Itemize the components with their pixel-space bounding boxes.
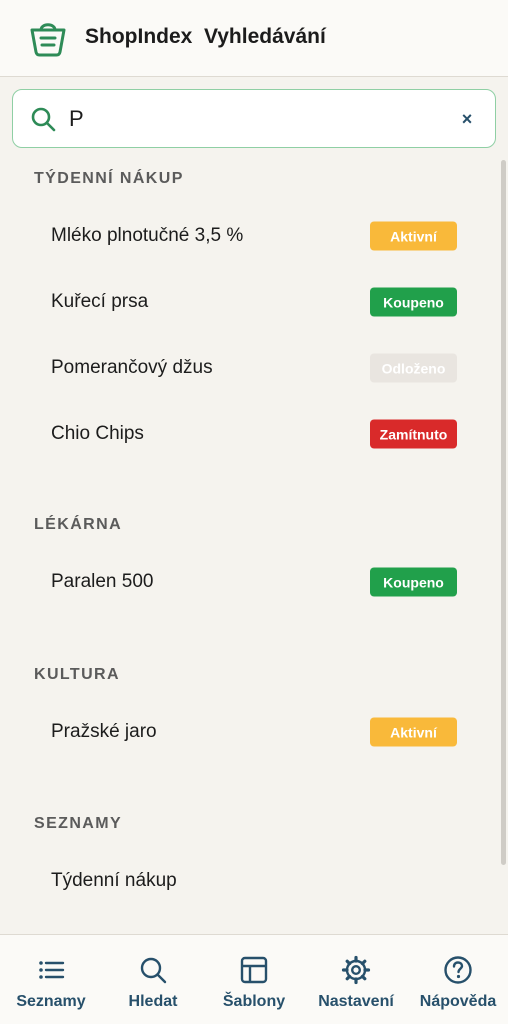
section-title: LÉKÁRNA: [34, 516, 123, 533]
list-icon: [39, 961, 65, 979]
item-label: Pražské jaro: [51, 721, 157, 742]
status-badge: Zamítnuto: [370, 419, 457, 449]
search-icon: [140, 957, 167, 984]
app-title: ShopIndex Vyhledávání: [85, 25, 326, 48]
list-item[interactable]: Pomerančový džus Odloženo: [0, 338, 500, 398]
search-input[interactable]: [69, 100, 449, 138]
item-label: Chio Chips: [51, 423, 144, 444]
search-box[interactable]: ×: [12, 89, 496, 148]
section-title: TÝDENNÍ NÁKUP: [34, 170, 184, 187]
nav-item-hledat[interactable]: Hledat: [118, 935, 188, 1024]
nav-item-napoveda[interactable]: Nápověda: [416, 935, 500, 1024]
search-icon: [31, 107, 56, 132]
bottom-nav: Seznamy Hledat Šablony Nastavení Nápověd…: [0, 934, 508, 1024]
nav-label: Seznamy: [16, 993, 86, 1010]
status-badge: Koupeno: [370, 287, 457, 317]
nav-label: Hledat: [128, 993, 178, 1010]
item-label: Týdenní nákup: [51, 870, 177, 891]
section-title: KULTURA: [34, 666, 120, 683]
list-item[interactable]: Mléko plnotučné 3,5 % Aktivní: [0, 206, 500, 266]
section-title: SEZNAMY: [34, 815, 123, 832]
nav-item-seznamy[interactable]: Seznamy: [12, 935, 90, 1024]
list-item[interactable]: Týdenní nákup: [0, 851, 500, 911]
nav-item-nastaveni[interactable]: Nastavení: [314, 935, 398, 1024]
list-item[interactable]: Pražské jaro Aktivní: [0, 702, 500, 762]
list-item[interactable]: Paralen 500 Koupeno: [0, 552, 500, 612]
status-badge: Koupeno: [370, 567, 457, 597]
nav-label: Nápověda: [419, 993, 497, 1010]
item-label: Paralen 500: [51, 571, 154, 592]
status-badge: Odloženo: [370, 353, 457, 383]
status-badge: Aktivní: [370, 221, 457, 251]
clear-search-button[interactable]: ×: [455, 107, 479, 131]
nav-label: Nastavení: [318, 993, 394, 1010]
template-icon: [240, 956, 268, 984]
item-label: Pomerančový džus: [51, 357, 213, 378]
nav-item-sablony[interactable]: Šablony: [218, 935, 290, 1024]
shopping-bag-icon: [30, 23, 66, 57]
gear-icon: [341, 955, 371, 985]
scrollbar[interactable]: [501, 160, 506, 865]
item-label: Mléko plnotučné 3,5 %: [51, 225, 244, 246]
item-label: Kuřecí prsa: [51, 291, 149, 312]
list-item[interactable]: Kuřecí prsa Koupeno: [0, 272, 500, 332]
list-item[interactable]: Chio Chips Zamítnuto: [0, 404, 500, 464]
nav-label: Šablony: [222, 993, 286, 1010]
help-icon: [444, 956, 472, 984]
app-header: ShopIndex Vyhledávání: [0, 0, 508, 77]
status-badge: Aktivní: [370, 717, 457, 747]
